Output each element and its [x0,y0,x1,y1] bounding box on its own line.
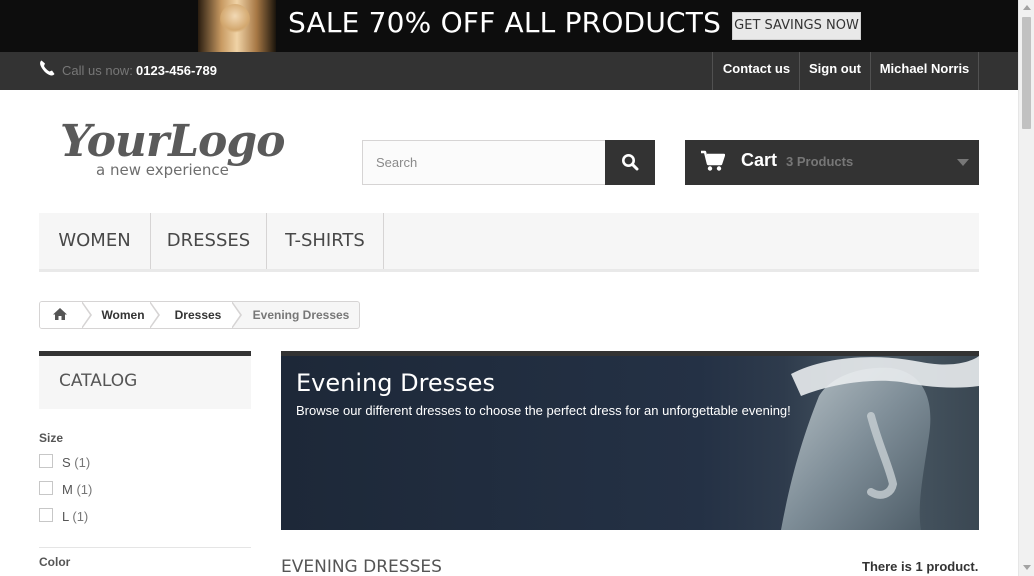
size-m-option[interactable]: M (1) [62,482,92,497]
scroll-up-icon[interactable] [1023,5,1031,10]
top-bar: Call us now: 0123-456-789 Contact us Sig… [0,52,1018,90]
scroll-down-icon[interactable] [1023,565,1031,570]
breadcrumb-current: Evening Dresses [252,308,350,322]
search-icon [622,154,639,171]
model-dress-image [781,356,979,530]
phone-icon [40,60,55,76]
sidebar-divider [39,547,251,548]
size-filter-title: Size [39,431,64,445]
cart-button[interactable]: Cart 3 Products [685,140,979,185]
sign-out-link[interactable]: Sign out [799,52,870,90]
size-l-label: L [62,509,69,524]
svg-text:a new experience: a new experience [96,161,229,179]
promo-banner[interactable]: SALE 70% OFF ALL PRODUCTS GET SAVINGS NO… [0,0,1018,52]
size-s-label: S [62,455,71,470]
size-m-label: M [62,482,73,497]
category-title: Evening Dresses [296,369,495,397]
size-m-count: (1) [76,482,93,497]
vertical-scrollbar[interactable] [1018,0,1034,576]
product-count-number: 1 [915,559,923,574]
menu-item-dresses[interactable]: DRESSES [151,213,267,269]
cart-icon [701,150,725,171]
catalog-title: CATALOG [59,371,138,391]
product-count-suffix: product. [926,559,979,574]
svg-text:YourLogo: YourLogo [60,116,285,167]
get-savings-button[interactable]: GET SAVINGS NOW [732,12,861,40]
main-menu: WOMEN DRESSES T-SHIRTS [39,213,979,272]
size-l-checkbox[interactable] [39,508,53,522]
color-filter-title: Color [39,555,71,569]
product-count: There is 1 product. [862,559,978,574]
catalog-block: CATALOG [39,351,251,409]
account-link[interactable]: Michael Norris [870,52,979,90]
page-heading: EVENING DRESSES [281,557,442,576]
breadcrumb-separator [231,302,242,328]
breadcrumb-separator [149,302,160,328]
breadcrumb-separator [81,302,92,328]
category-banner: Evening Dresses Browse our different dre… [281,351,979,530]
chevron-down-icon [957,159,969,166]
promo-text: SALE 70% OFF ALL PRODUCTS [288,6,722,39]
search-input[interactable] [362,140,606,185]
cart-count: 3 Products [786,154,854,169]
call-us-label: Call us now: [62,63,133,78]
size-m-checkbox[interactable] [39,481,53,495]
size-l-option[interactable]: L (1) [62,509,88,524]
size-s-option[interactable]: S (1) [62,455,90,470]
store-logo[interactable]: YourLogo a new experience [58,108,303,183]
product-count-prefix: There is [862,559,912,574]
menu-item-women[interactable]: WOMEN [39,213,151,269]
size-s-checkbox[interactable] [39,454,53,468]
contact-us-link[interactable]: Contact us [712,52,800,90]
size-l-count: (1) [72,509,89,524]
breadcrumb: Women Dresses Evening Dresses [39,301,360,329]
home-icon [53,308,67,320]
menu-item-tshirts[interactable]: T-SHIRTS [267,213,384,269]
breadcrumb-home[interactable] [40,302,82,328]
phone-number: 0123-456-789 [136,63,217,78]
size-s-count: (1) [74,455,91,470]
promo-model-image [198,0,276,52]
breadcrumb-item-women[interactable]: Women [82,302,150,328]
breadcrumb-item-dresses[interactable]: Dresses [150,302,232,328]
search-button[interactable] [605,140,655,185]
cart-label: Cart [741,150,778,170]
scroll-thumb[interactable] [1022,17,1031,129]
category-description: Browse our different dresses to choose t… [296,403,791,418]
